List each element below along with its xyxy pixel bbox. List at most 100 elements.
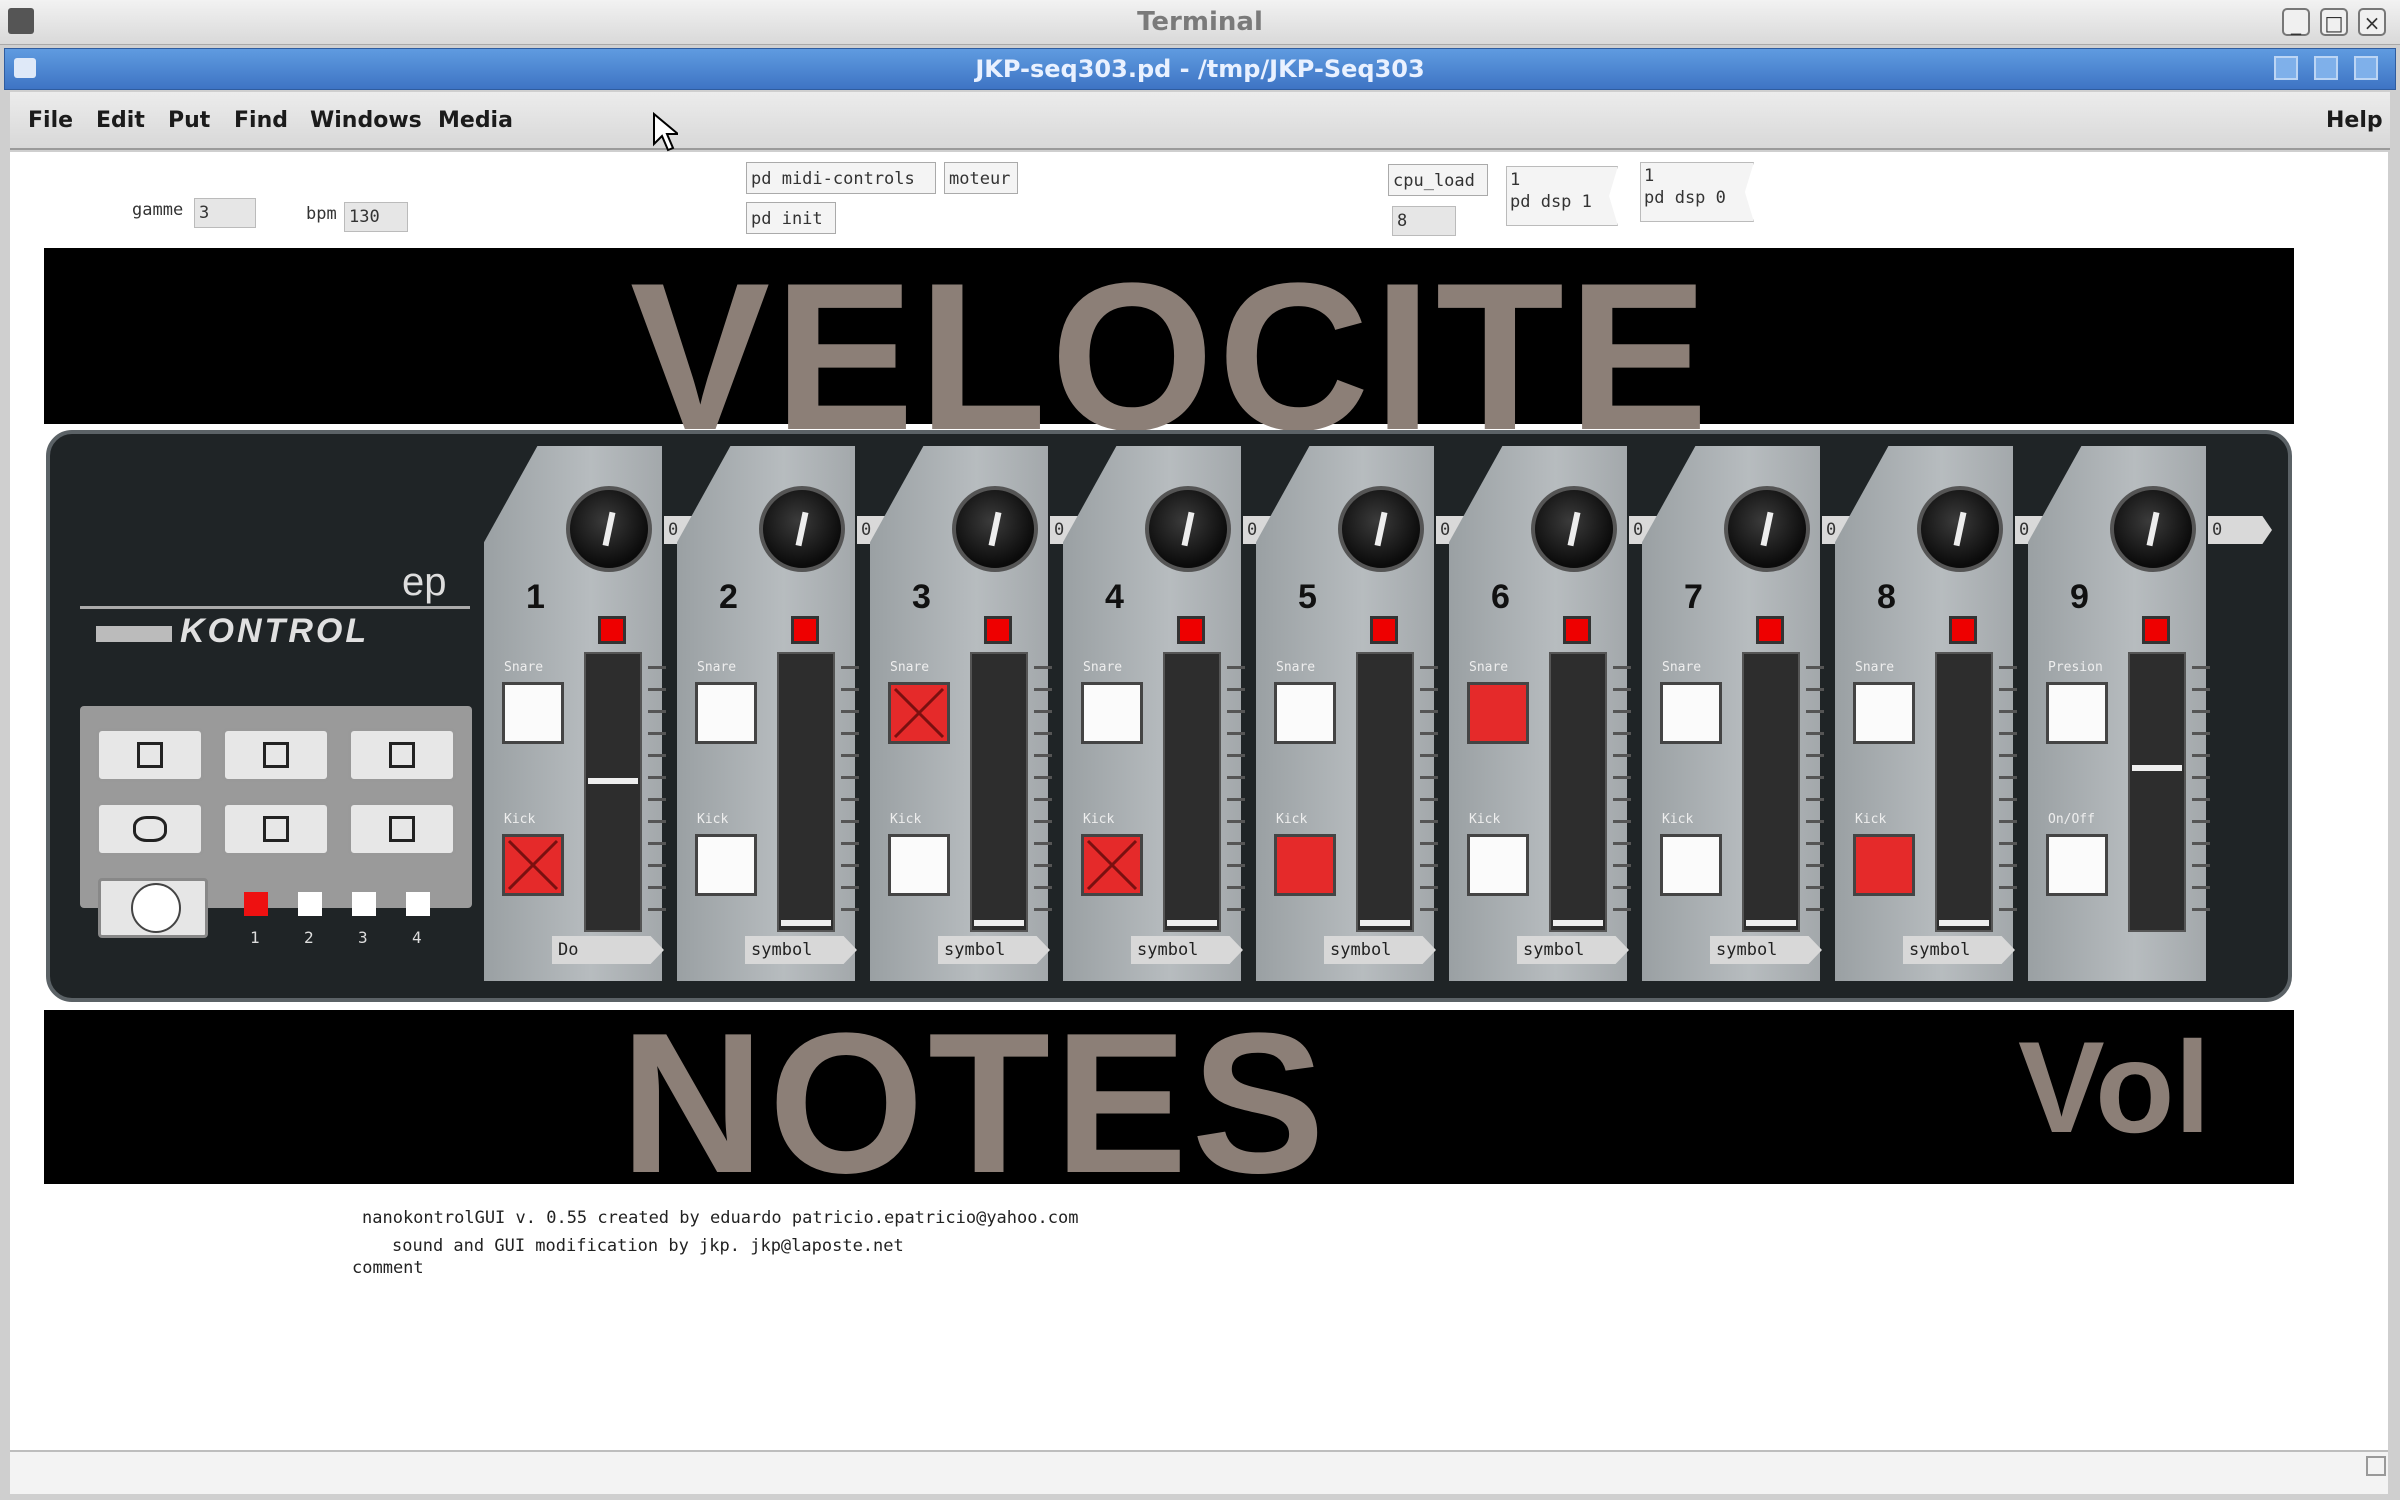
- menu-windows[interactable]: Windows: [310, 92, 422, 150]
- bottom-toggle-button[interactable]: [888, 834, 950, 896]
- bottom-toggle-button[interactable]: [502, 834, 564, 896]
- fader-handle[interactable]: [1939, 920, 1989, 926]
- top-toggle-button[interactable]: [1467, 682, 1529, 744]
- scene-indicator-1[interactable]: [244, 892, 268, 916]
- play-button[interactable]: [222, 728, 330, 782]
- top-toggle-button[interactable]: [1853, 682, 1915, 744]
- symbol-box[interactable]: symbol: [1903, 936, 2015, 964]
- fader[interactable]: [970, 652, 1028, 932]
- gamme-number-box[interactable]: 3: [194, 198, 256, 228]
- loop-button[interactable]: [96, 802, 204, 856]
- top-toggle-button[interactable]: [1660, 682, 1722, 744]
- fader-handle[interactable]: [974, 920, 1024, 926]
- bottom-toggle-button[interactable]: [695, 834, 757, 896]
- strip-number: 4: [1105, 578, 1124, 616]
- menu-help[interactable]: Help: [2326, 92, 2383, 150]
- fader-handle[interactable]: [588, 778, 638, 784]
- strip-number: 9: [2070, 578, 2089, 616]
- knob[interactable]: [1917, 486, 2003, 572]
- knob-value-box[interactable]: 0: [2208, 516, 2272, 544]
- top-toggle-button[interactable]: [1274, 682, 1336, 744]
- fader-handle[interactable]: [1746, 920, 1796, 926]
- fader-scale: [1420, 666, 1438, 916]
- top-toggle-button[interactable]: [502, 682, 564, 744]
- knob-indicator-icon: [988, 511, 1002, 547]
- symbol-box[interactable]: Do: [552, 936, 664, 964]
- bpm-number-box[interactable]: 130: [344, 202, 408, 232]
- knob[interactable]: [1338, 486, 1424, 572]
- knob[interactable]: [759, 486, 845, 572]
- fader-handle[interactable]: [1360, 920, 1410, 926]
- scene-indicator-4[interactable]: [406, 892, 430, 916]
- bottom-toggle-button[interactable]: [1660, 834, 1722, 896]
- bottom-toggle-button[interactable]: [1467, 834, 1529, 896]
- menu-put[interactable]: Put: [168, 92, 210, 150]
- horizontal-scrollbar[interactable]: [10, 1450, 2388, 1494]
- bpm-label: bpm: [306, 204, 337, 224]
- knob[interactable]: [566, 486, 652, 572]
- fader[interactable]: [1935, 652, 1993, 932]
- fader[interactable]: [1549, 652, 1607, 932]
- fader[interactable]: [777, 652, 835, 932]
- dsp-off-msg-line1: 1: [1644, 166, 1655, 186]
- fader-handle[interactable]: [1167, 920, 1217, 926]
- menu-file[interactable]: File: [28, 92, 73, 150]
- scene-indicator-2[interactable]: [298, 892, 322, 916]
- symbol-box[interactable]: symbol: [1324, 936, 1436, 964]
- resize-grip-icon[interactable]: [2366, 1456, 2386, 1476]
- pd-close-icon[interactable]: [2354, 56, 2378, 80]
- bottom-toggle-button[interactable]: [1853, 834, 1915, 896]
- top-toggle-button[interactable]: [2046, 682, 2108, 744]
- top-toggle-button[interactable]: [1081, 682, 1143, 744]
- stop-button[interactable]: [222, 802, 330, 856]
- pd-maximize-icon[interactable]: [2314, 56, 2338, 80]
- fader[interactable]: [1163, 652, 1221, 932]
- fader-scale: [1999, 666, 2017, 916]
- fader[interactable]: [2128, 652, 2186, 932]
- pd-init-object[interactable]: pd init: [746, 202, 836, 234]
- knob[interactable]: [952, 486, 1038, 572]
- fader[interactable]: [584, 652, 642, 932]
- minimize-icon[interactable]: _: [2282, 8, 2310, 36]
- knob[interactable]: [2110, 486, 2196, 572]
- rewind-button[interactable]: [96, 728, 204, 782]
- knob[interactable]: [1531, 486, 1617, 572]
- fader-handle[interactable]: [781, 920, 831, 926]
- strip-number: 7: [1684, 578, 1703, 616]
- top-toggle-button[interactable]: [888, 682, 950, 744]
- forward-icon: [389, 742, 415, 768]
- close-icon[interactable]: ×: [2358, 8, 2386, 36]
- maximize-icon[interactable]: □: [2320, 8, 2348, 36]
- moteur-object[interactable]: moteur: [944, 162, 1018, 194]
- scene-indicator-3[interactable]: [352, 892, 376, 916]
- symbol-box[interactable]: symbol: [745, 936, 857, 964]
- knob[interactable]: [1145, 486, 1231, 572]
- record-button[interactable]: [348, 802, 456, 856]
- symbol-box[interactable]: symbol: [1131, 936, 1243, 964]
- fader[interactable]: [1742, 652, 1800, 932]
- bottom-toggle-button[interactable]: [1081, 834, 1143, 896]
- pd-midi-controls-object[interactable]: pd midi-controls: [746, 162, 936, 194]
- symbol-box[interactable]: symbol: [1710, 936, 1822, 964]
- top-button-label: Snare: [1469, 660, 1509, 675]
- menu-edit[interactable]: Edit: [96, 92, 145, 150]
- cpu-value-box[interactable]: 8: [1392, 206, 1456, 236]
- comment-object[interactable]: comment: [352, 1258, 424, 1278]
- led-indicator: [2142, 616, 2170, 644]
- bottom-toggle-button[interactable]: [1274, 834, 1336, 896]
- menu-find[interactable]: Find: [234, 92, 288, 150]
- fader[interactable]: [1356, 652, 1414, 932]
- forward-button[interactable]: [348, 728, 456, 782]
- menu-media[interactable]: Media: [438, 92, 513, 150]
- knob[interactable]: [1724, 486, 1810, 572]
- symbol-box[interactable]: symbol: [938, 936, 1050, 964]
- top-toggle-button[interactable]: [695, 682, 757, 744]
- scene-button[interactable]: [98, 878, 208, 938]
- fader-handle[interactable]: [1553, 920, 1603, 926]
- vol-title: Vol: [2018, 1014, 2211, 1160]
- bottom-toggle-button[interactable]: [2046, 834, 2108, 896]
- fader-handle[interactable]: [2132, 765, 2182, 771]
- symbol-box[interactable]: symbol: [1517, 936, 1629, 964]
- cpu-load-object[interactable]: cpu_load: [1388, 164, 1488, 196]
- pd-minimize-icon[interactable]: [2274, 56, 2298, 80]
